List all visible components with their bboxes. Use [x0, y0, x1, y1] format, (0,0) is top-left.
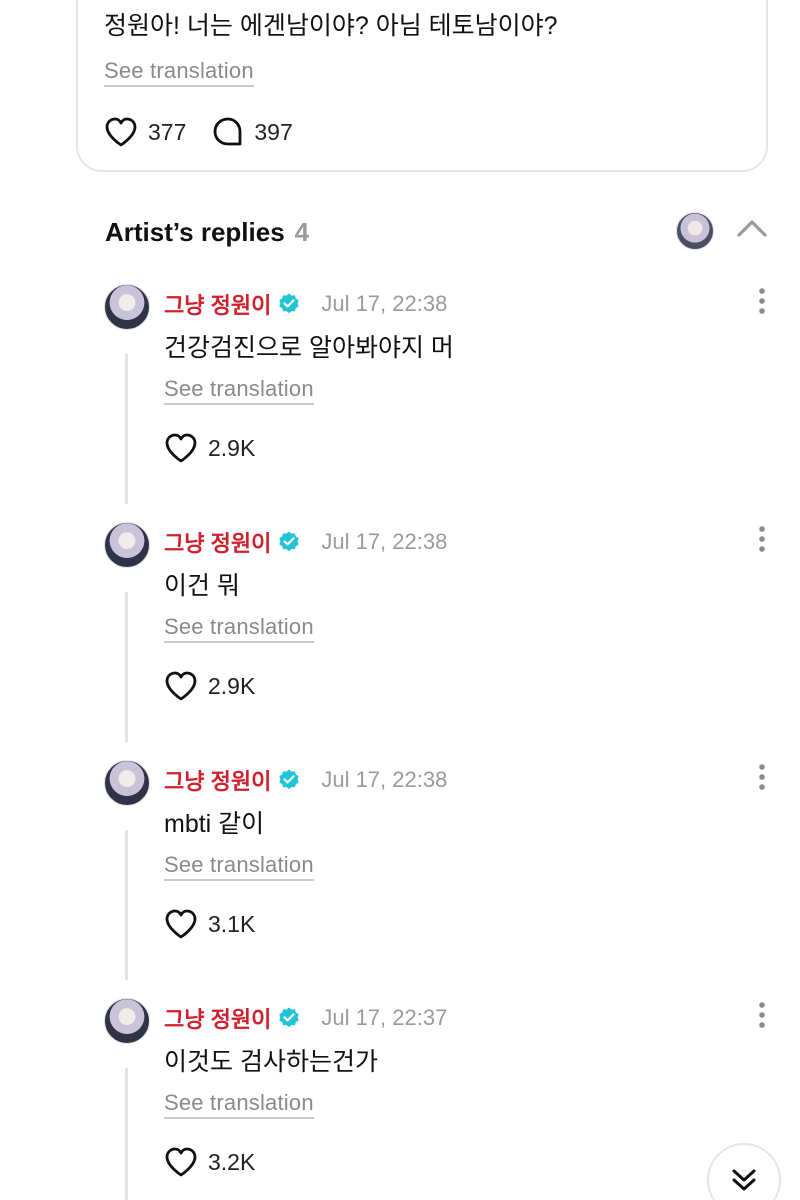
avatar[interactable] — [104, 522, 150, 568]
more-vertical-icon — [759, 764, 765, 790]
like-count: 3.2K — [208, 1148, 256, 1175]
heart-icon — [165, 671, 197, 701]
like-count: 2.9K — [208, 672, 256, 699]
fan-post-text: 정원아! 너는 에겐남이야? 아님 테토남이야? — [104, 12, 558, 40]
verified-badge-icon — [279, 1007, 300, 1028]
like-button[interactable]: 3.1K — [164, 908, 255, 940]
comment-button[interactable]: 397 — [212, 116, 293, 148]
thread-line — [125, 1068, 128, 1200]
more-options-button[interactable] — [752, 762, 772, 797]
thread-line — [125, 354, 128, 504]
avatar[interactable] — [104, 760, 150, 806]
artist-reply: 그냥 정원이 Jul 17, 22:37 이것도 검사하는건가 See tran… — [0, 998, 800, 1200]
more-vertical-icon — [759, 1002, 765, 1028]
section-count: 4 — [294, 216, 310, 247]
like-count: 3.1K — [208, 910, 256, 937]
avatar[interactable] — [104, 284, 150, 330]
reply-timestamp: Jul 17, 22:38 — [321, 291, 448, 316]
artist-name[interactable]: 그냥 정원이 — [164, 526, 271, 558]
thread-line — [125, 592, 128, 742]
artist-reply: 그냥 정원이 Jul 17, 22:38 mbti 같이 See transla… — [0, 760, 800, 998]
artist-replies-header: Artist’s replies 4 — [105, 212, 770, 252]
reply-text: 이건 뭐 — [164, 572, 240, 600]
reply-text: 건강검진으로 알아봐야지 머 — [164, 334, 454, 362]
more-vertical-icon — [759, 288, 765, 314]
verified-badge-icon — [279, 293, 300, 314]
comment-count: 397 — [254, 118, 293, 145]
page: 정원아! 너는 에겐남이야? 아님 테토남이야? See translation… — [0, 0, 800, 1200]
heart-icon — [165, 909, 197, 939]
section-title: Artist’s replies — [105, 216, 285, 247]
reply-timestamp: Jul 17, 22:38 — [321, 767, 448, 792]
like-button[interactable]: 377 — [104, 116, 186, 148]
like-count: 2.9K — [208, 434, 256, 461]
collapse-button[interactable] — [736, 218, 768, 243]
double-chevron-down-icon — [732, 1169, 756, 1191]
see-translation-link[interactable]: See translation — [164, 852, 314, 881]
more-options-button[interactable] — [752, 286, 772, 321]
like-count: 377 — [148, 118, 187, 145]
artist-name[interactable]: 그냥 정원이 — [164, 288, 271, 320]
fan-post-actions: 377 397 — [104, 116, 293, 148]
see-translation-link[interactable]: See translation — [164, 1090, 314, 1119]
see-translation-link[interactable]: See translation — [164, 376, 314, 405]
like-button[interactable]: 2.9K — [164, 432, 255, 464]
artist-avatar — [676, 212, 714, 250]
reply-text: 이것도 검사하는건가 — [164, 1048, 378, 1076]
see-translation-link[interactable]: See translation — [164, 614, 314, 643]
artist-reply: 그냥 정원이 Jul 17, 22:38 이건 뭐 See translatio… — [0, 522, 800, 760]
artist-name[interactable]: 그냥 정원이 — [164, 1002, 271, 1034]
heart-icon — [165, 433, 197, 463]
comment-bubble-icon — [213, 117, 242, 146]
see-translation-link[interactable]: See translation — [104, 58, 254, 87]
reply-timestamp: Jul 17, 22:37 — [321, 1005, 448, 1030]
like-button[interactable]: 2.9K — [164, 670, 255, 702]
heart-icon — [165, 1147, 197, 1177]
avatar[interactable] — [104, 998, 150, 1044]
more-options-button[interactable] — [752, 1000, 772, 1035]
artist-name[interactable]: 그냥 정원이 — [164, 764, 271, 796]
more-options-button[interactable] — [752, 524, 772, 559]
like-button[interactable]: 3.2K — [164, 1146, 255, 1178]
reply-text: mbti 같이 — [164, 810, 265, 838]
chevron-up-icon — [737, 220, 767, 237]
heart-icon — [105, 117, 137, 147]
artist-reply: 그냥 정원이 Jul 17, 22:38 건강검진으로 알아봐야지 머 See … — [0, 284, 800, 522]
verified-badge-icon — [279, 531, 300, 552]
reply-timestamp: Jul 17, 22:38 — [321, 529, 448, 554]
more-vertical-icon — [759, 526, 765, 552]
verified-badge-icon — [279, 769, 300, 790]
thread-line — [125, 830, 128, 980]
